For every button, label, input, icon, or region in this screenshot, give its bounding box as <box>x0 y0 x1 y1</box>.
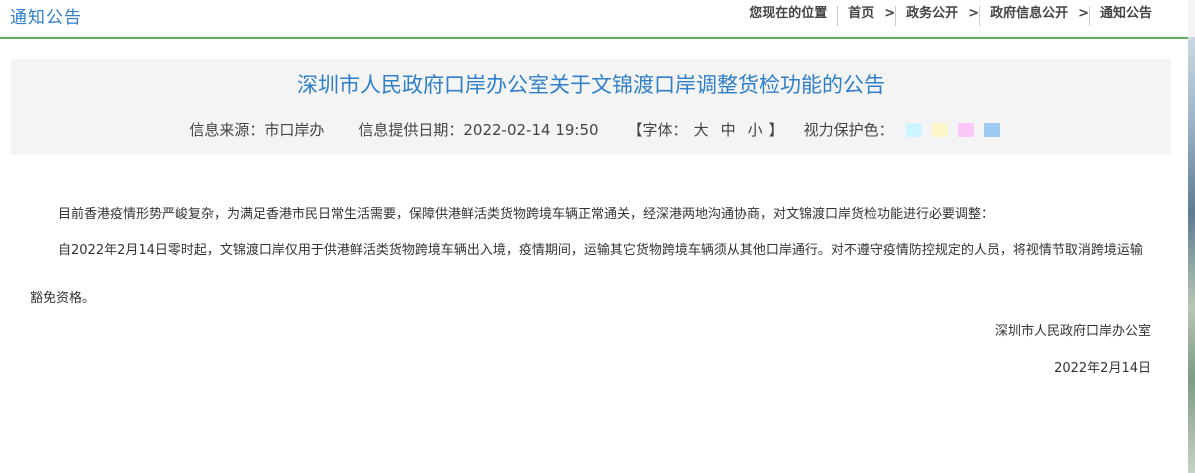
font-size-open: 【字体： <box>627 121 688 139</box>
eye-care-label: 视力保护色： <box>803 121 894 139</box>
background-image-strip <box>1188 0 1195 473</box>
breadcrumb-item-home[interactable]: 首页 <box>837 6 884 26</box>
font-size-large-button[interactable]: 大 <box>694 119 709 140</box>
breadcrumb-item-notices[interactable]: 通知公告 <box>1088 6 1162 26</box>
breadcrumb-item-gov-info[interactable]: 政府信息公开 <box>979 6 1078 26</box>
section-title: 通知公告 <box>10 8 82 28</box>
article-title: 深圳市人民政府口岸办公室关于文锦渡口岸调整货检功能的公告 <box>297 73 885 97</box>
breadcrumb-item-government-affairs[interactable]: 政务公开 <box>895 6 968 26</box>
article-meta: 信息来源：市口岸办 信息提供日期：2022-02-14 19:50 【字体： 大… <box>11 119 1171 140</box>
eye-care-swatch-pink[interactable] <box>957 122 974 137</box>
page: 通知公告 您现在的位置 首页 > 政务公开 > 政府信息公开 > 通知公告 深圳… <box>0 0 1195 473</box>
font-size-small-button[interactable]: 小 <box>748 119 763 140</box>
info-date: 信息提供日期：2022-02-14 19:50 <box>358 121 599 139</box>
signature-organization: 深圳市人民政府口岸办公室 <box>994 324 1151 339</box>
font-size-control: 【字体： 大 中 小 】 <box>628 119 784 140</box>
eye-care-swatch-cyan[interactable] <box>905 122 922 137</box>
article-paragraph: 自2022年2月14日零时起，文锦渡口岸仅用于供港鲜活类货物跨境车辆出入境，疫情… <box>30 243 1143 306</box>
background-image-strip-top <box>1188 0 1195 37</box>
breadcrumb: 您现在的位置 首页 > 政务公开 > 政府信息公开 > 通知公告 <box>739 6 1162 26</box>
article-paragraph: 目前香港疫情形势严峻复杂，为满足香港市民日常生活需要，保障供港鲜活类货物跨境车辆… <box>58 207 995 222</box>
breadcrumb-location-label: 您现在的位置 <box>749 6 828 21</box>
eye-care-color-control: 视力保护色： <box>804 119 1010 140</box>
header-bar: 通知公告 您现在的位置 首页 > 政务公开 > 政府信息公开 > 通知公告 <box>0 0 1188 39</box>
font-size-close: 】 <box>768 121 784 139</box>
eye-care-swatch-blue[interactable] <box>983 122 1000 137</box>
font-size-medium-button[interactable]: 中 <box>721 119 736 140</box>
article-body: 目前香港疫情形势严峻复杂，为满足香港市民日常生活需要，保障供港鲜活类货物跨境车辆… <box>30 203 1150 323</box>
eye-care-swatch-yellow[interactable] <box>931 122 948 137</box>
signature-date: 2022年2月14日 <box>1054 361 1151 376</box>
info-source: 信息来源：市口岸办 <box>189 121 325 139</box>
article-header: 深圳市人民政府口岸办公室关于文锦渡口岸调整货检功能的公告 信息来源：市口岸办 信… <box>11 59 1171 155</box>
